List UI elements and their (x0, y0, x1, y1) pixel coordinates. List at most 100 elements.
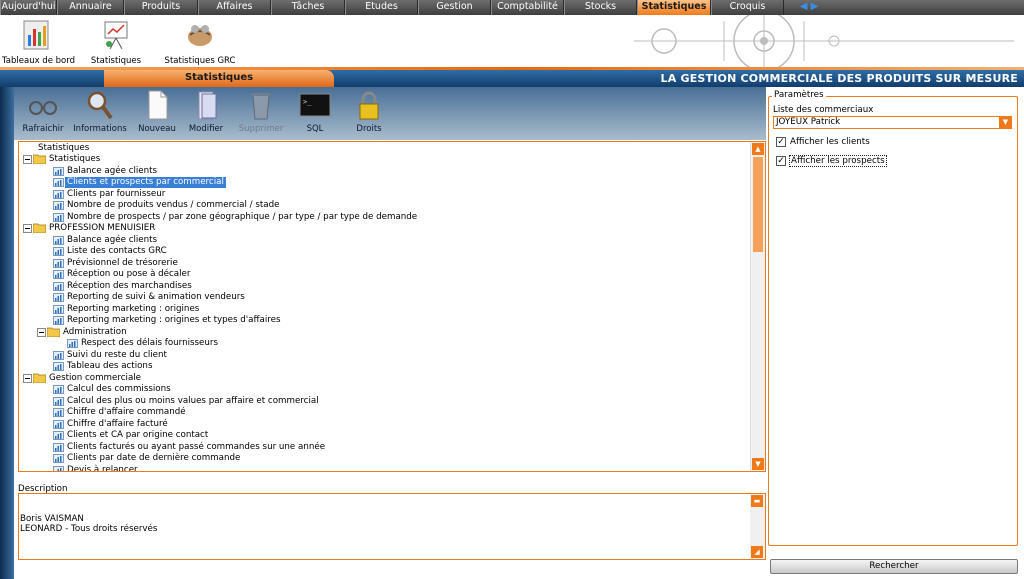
delete-button[interactable]: Supprimer (236, 90, 286, 134)
title-bar: Statistiques LA GESTION COMMERCIALE DES … (0, 70, 1024, 87)
action-toolbar: Rafraichir Informations Nouveau Modifier… (14, 87, 766, 140)
tree-item[interactable]: Nombre de prospects / par zone géographi… (19, 212, 749, 223)
parameters-title: Paramètres (772, 90, 826, 100)
tab-etudes[interactable]: Etudes (345, 0, 418, 15)
tab-gestion[interactable]: Gestion (418, 0, 491, 15)
tree-item[interactable]: Calcul des plus ou moins values par affa… (19, 396, 749, 407)
edit-button[interactable]: Modifier (184, 90, 228, 134)
tree-item[interactable]: Clients facturés ou ayant passé commande… (19, 442, 749, 453)
tree-item-label: Chiffre d'affaire facturé (67, 418, 168, 429)
tree-item[interactable]: Tableau des actions (19, 361, 749, 372)
desc-resize-button[interactable]: ◢ (751, 546, 763, 558)
tree-item-label: Réception ou pose à décaler (67, 269, 191, 279)
desc-scroll-up-button[interactable]: ▬ (751, 495, 763, 507)
scroll-up-button[interactable]: ▲ (752, 143, 764, 155)
tree-item[interactable]: Chiffre d'affaire commandé (19, 407, 749, 418)
tab-annuaire[interactable]: Annuaire (57, 0, 124, 15)
left-decor-strip (0, 87, 14, 579)
chevron-down-icon[interactable]: ▼ (999, 116, 1012, 129)
tree-item[interactable]: Devis à relancer (19, 464, 749, 472)
tree-item[interactable]: Clients et prospects par commercial (19, 177, 749, 188)
scroll-down-button[interactable]: ▼ (752, 458, 764, 470)
tree-folder-label: Statistiques (49, 154, 101, 164)
sql-button[interactable]: >_ SQL (298, 90, 332, 134)
statistics-grc-label: Statistiques GRC (164, 56, 236, 66)
statistics-button[interactable]: Statistiques (88, 19, 144, 66)
tree-item-label: Suivi du reste du client (67, 349, 167, 360)
tree-item[interactable]: Respect des délais fournisseurs (19, 338, 749, 349)
tree-folder-label: Gestion commerciale (49, 372, 142, 383)
tab-comptabilit-[interactable]: Comptabilité (491, 0, 564, 15)
new-document-icon (148, 90, 168, 120)
tree-item-label: Reporting marketing : origines (67, 303, 200, 314)
sales-rep-select[interactable]: JOYEUX Patrick ▼ (773, 116, 1012, 129)
tab-scroll-arrows[interactable]: ◀ ▶ (784, 0, 834, 15)
tree-item-label: Respect des délais fournisseurs (81, 338, 218, 348)
dashboard-button[interactable]: Tableaux de bord (2, 19, 75, 66)
tree-item[interactable]: Liste des contacts GRC (19, 246, 749, 257)
tree-item-label: Reporting marketing : origines et types … (67, 315, 281, 325)
tree-item[interactable]: Réception ou pose à décaler (19, 269, 749, 280)
tree-item[interactable]: Reporting marketing : origines (19, 304, 749, 315)
tree-folder[interactable]: PROFESSION MENUISIER (19, 223, 749, 234)
tree-item-label: Calcul des plus ou moins values par affa… (67, 395, 319, 406)
description-line-1: Boris VAISMAN (20, 514, 84, 524)
show-clients-label: Afficher les clients (790, 137, 870, 147)
show-clients-checkbox[interactable]: ✓ (776, 137, 786, 147)
tree-item[interactable]: Calcul des commissions (19, 384, 749, 395)
description-scrollbar[interactable]: ▬ ◢ (750, 494, 765, 559)
tree-item-label: Prévisionnel de trésorerie (67, 257, 178, 268)
tree-folder-label: PROFESSION MENUISIER (49, 223, 156, 233)
tree-item-label: Devis à relancer (67, 464, 138, 472)
new-button[interactable]: Nouveau (134, 90, 180, 134)
tree-folder[interactable]: Gestion commerciale (19, 373, 749, 384)
tree-item[interactable]: Prévisionnel de trésorerie (19, 258, 749, 269)
refresh-label: Rafraichir (22, 124, 64, 134)
edit-document-icon (198, 91, 217, 120)
tree-folder[interactable]: Statistiques (19, 154, 749, 165)
tree-item[interactable]: Nombre de produits vendus / commercial /… (19, 200, 749, 211)
description-box[interactable]: Boris VAISMAN LEONARD - Tous droits rése… (18, 493, 766, 560)
tree-item-label: Clients et CA par origine contact (67, 430, 209, 440)
delete-label: Supprimer (238, 124, 284, 134)
tree-item[interactable]: Chiffre d'affaire facturé (19, 419, 749, 430)
show-prospects-checkbox[interactable]: ✓ (776, 156, 786, 166)
scroll-thumb[interactable] (753, 157, 763, 252)
tree-item-label: Calcul des commissions (67, 384, 171, 394)
tab-produits[interactable]: Produits (124, 0, 198, 15)
tree-item-label: Chiffre d'affaire commandé (67, 407, 186, 417)
tab-statistiques[interactable]: Statistiques (637, 0, 711, 15)
tab-stocks[interactable]: Stocks (564, 0, 637, 15)
tree-item[interactable]: Réception des marchandises (19, 281, 749, 292)
tree-item[interactable]: Clients par fournisseur (19, 189, 749, 200)
rights-label: Droits (356, 124, 382, 134)
tree-item[interactable]: Balance agée clients (19, 166, 749, 177)
dashboard-icon (23, 20, 49, 50)
tree-item[interactable]: Balance agée clients (19, 235, 749, 246)
tree-item[interactable]: Reporting marketing : origines et types … (19, 315, 749, 326)
tree-item[interactable]: Suivi du reste du client (19, 350, 749, 361)
search-button[interactable]: Rechercher (770, 559, 1018, 574)
statistics-grc-button[interactable]: Statistiques GRC (164, 19, 236, 66)
tree-scrollbar[interactable]: ▲ ▼ (750, 142, 765, 471)
rights-button[interactable]: Droits (352, 90, 386, 134)
report-icon (53, 465, 64, 471)
tab-aujourd-hui[interactable]: Aujourd'hui (0, 0, 57, 15)
informations-button[interactable]: Informations (70, 90, 130, 134)
tree-item[interactable]: Reporting de suivi & animation vendeurs (19, 292, 749, 303)
tree-folder[interactable]: Administration (19, 327, 749, 338)
informations-label: Informations (73, 124, 127, 134)
refresh-button[interactable]: Rafraichir (18, 90, 68, 134)
tab-t-ches[interactable]: Tâches (271, 0, 345, 15)
edit-label: Modifier (188, 124, 224, 134)
tree-item[interactable]: Clients par date de dernière commande (19, 453, 749, 464)
tab-croquis[interactable]: Croquis (711, 0, 784, 15)
tree-item-label: Clients par fournisseur (67, 188, 166, 199)
sales-rep-label: Liste des commerciaux (773, 105, 874, 115)
tree-item[interactable]: Clients et CA par origine contact (19, 430, 749, 441)
padlock-icon (359, 91, 379, 120)
tab-affaires[interactable]: Affaires (198, 0, 271, 15)
tree-item-label: Liste des contacts GRC (67, 246, 167, 256)
statistics-tree[interactable]: Statistiques Statistiques Balance agée cl… (18, 141, 766, 472)
description-line-2: LEONARD - Tous droits réservés (20, 524, 158, 534)
